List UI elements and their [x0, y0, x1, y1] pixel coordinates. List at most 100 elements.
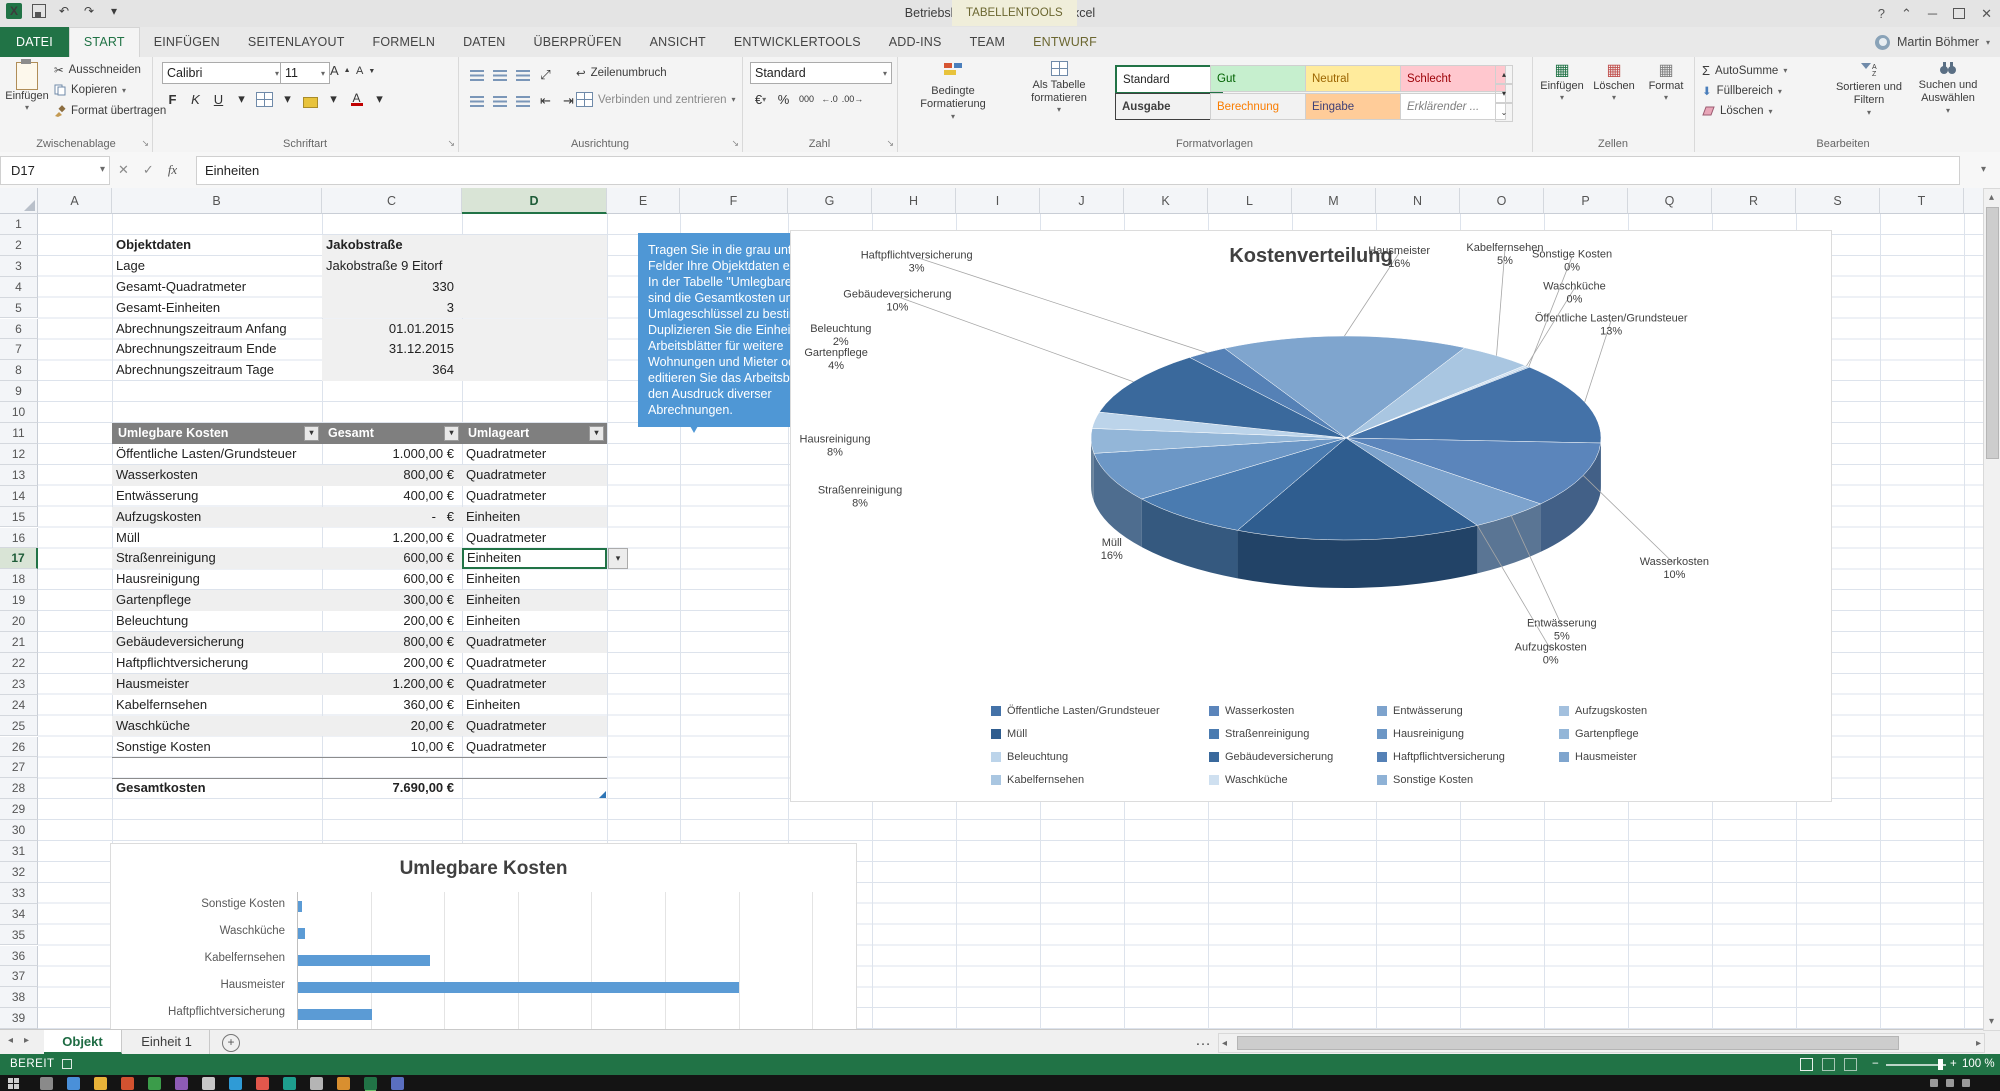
- cell-C15[interactable]: - €: [322, 507, 454, 528]
- cell-C14[interactable]: 400,00 €: [322, 486, 454, 507]
- align-top-button[interactable]: [466, 64, 487, 86]
- ribbon-tab-entwicklertools[interactable]: ENTWICKLERTOOLS: [720, 27, 875, 57]
- column-header-H[interactable]: H: [872, 188, 956, 214]
- row-header-38[interactable]: 38: [0, 987, 38, 1008]
- wrap-text-button[interactable]: ↩Zeilenumbruch: [576, 66, 667, 80]
- select-all-corner[interactable]: [0, 188, 38, 214]
- row-header-28[interactable]: 28: [0, 778, 38, 799]
- cell-B28[interactable]: Gesamtkosten: [116, 778, 320, 799]
- row-header-2[interactable]: 2: [0, 235, 38, 256]
- view-page-layout-icon[interactable]: [1822, 1058, 1835, 1071]
- orientation-button[interactable]: ⤢: [535, 64, 556, 86]
- paste-button[interactable]: Einfügen▾: [4, 60, 50, 134]
- cell-style-neutral[interactable]: Neutral: [1305, 65, 1411, 92]
- row-header-35[interactable]: 35: [0, 925, 38, 946]
- italic-button[interactable]: K: [185, 88, 206, 110]
- scroll-up-icon[interactable]: ▴: [1986, 192, 1997, 203]
- filter-dropdown-icon[interactable]: ▾: [304, 426, 319, 441]
- row-header-30[interactable]: 30: [0, 820, 38, 841]
- cell-D25[interactable]: Quadratmeter: [466, 716, 604, 737]
- cell-C12[interactable]: 1.000,00 €: [322, 444, 454, 465]
- cell-C16[interactable]: 1.200,00 €: [322, 528, 454, 549]
- column-header-E[interactable]: E: [607, 188, 680, 214]
- row-header-18[interactable]: 18: [0, 569, 38, 590]
- align-left-button[interactable]: [466, 90, 487, 112]
- column-header-B[interactable]: B: [112, 188, 322, 214]
- ribbon-tab-ansicht[interactable]: ANSICHT: [636, 27, 720, 57]
- cell-C2[interactable]: Jakobstraße: [326, 235, 596, 256]
- cancel-icon[interactable]: ✕: [118, 162, 129, 178]
- fill-color-options-icon[interactable]: ▾: [323, 88, 344, 110]
- underline-button[interactable]: U: [208, 88, 229, 110]
- row-header-4[interactable]: 4: [0, 277, 38, 298]
- row-header-21[interactable]: 21: [0, 632, 38, 653]
- name-box[interactable]: D17: [0, 156, 110, 185]
- cell-C6[interactable]: 01.01.2015: [322, 319, 454, 340]
- cell-C21[interactable]: 800,00 €: [322, 632, 454, 653]
- sheet-nav-left-icon[interactable]: ◂: [8, 1035, 13, 1046]
- ribbon-tab-team[interactable]: TEAM: [956, 27, 1020, 57]
- cell-B25[interactable]: Waschküche: [116, 716, 320, 737]
- enter-icon[interactable]: ✓: [143, 162, 154, 178]
- view-page-break-icon[interactable]: [1844, 1058, 1857, 1071]
- cell-style-schlecht[interactable]: Schlecht: [1400, 65, 1506, 92]
- align-middle-button[interactable]: [489, 64, 510, 86]
- row-header-1[interactable]: 1: [0, 214, 38, 235]
- horizontal-scrollbar[interactable]: ◂▸: [1218, 1033, 1985, 1053]
- row-header-25[interactable]: 25: [0, 716, 38, 737]
- column-header-I[interactable]: I: [956, 188, 1040, 214]
- cell-C19[interactable]: 300,00 €: [322, 590, 454, 611]
- decrease-indent-button[interactable]: ⇤: [535, 90, 556, 112]
- column-header-D[interactable]: D: [462, 188, 607, 214]
- conditional-formatting-button[interactable]: Bedingte Formatierung▾: [903, 61, 1003, 135]
- borders-options-icon[interactable]: ▾: [277, 88, 298, 110]
- ribbon-display-icon[interactable]: ⌃: [1901, 6, 1912, 22]
- insert-function-icon[interactable]: fx: [168, 162, 177, 178]
- taskbar-app-icon[interactable]: [202, 1077, 215, 1090]
- table-resize-handle[interactable]: [599, 791, 606, 798]
- taskbar-app-icon[interactable]: [391, 1077, 404, 1090]
- cell-B15[interactable]: Aufzugskosten: [116, 507, 320, 528]
- taskbar-app-icon[interactable]: [256, 1077, 269, 1090]
- ribbon-tab-überprüfen[interactable]: ÜBERPRÜFEN: [520, 27, 636, 57]
- cell-B8[interactable]: Abrechnungszeitraum Tage: [116, 360, 356, 381]
- cell-C20[interactable]: 200,00 €: [322, 611, 454, 632]
- currency-format-button[interactable]: €▾: [750, 88, 771, 110]
- sheet-nav-right-icon[interactable]: ▸: [24, 1035, 29, 1046]
- dialog-launcher-icon[interactable]: ↘: [886, 138, 894, 149]
- column-header-R[interactable]: R: [1712, 188, 1796, 214]
- taskbar-app-icon[interactable]: [283, 1077, 296, 1090]
- row-header-23[interactable]: 23: [0, 674, 38, 695]
- cell-B16[interactable]: Müll: [116, 528, 320, 549]
- cell-B3[interactable]: Lage: [116, 256, 356, 277]
- increase-decimal-button[interactable]: ←.0: [819, 88, 840, 110]
- row-header-5[interactable]: 5: [0, 298, 38, 319]
- number-format-select[interactable]: Standard▾: [750, 62, 892, 84]
- row-header-10[interactable]: 10: [0, 402, 38, 423]
- ribbon-tab-einfügen[interactable]: EINFÜGEN: [140, 27, 234, 57]
- cell-C25[interactable]: 20,00 €: [322, 716, 454, 737]
- cell-B5[interactable]: Gesamt-Einheiten: [116, 298, 356, 319]
- cell-C18[interactable]: 600,00 €: [322, 569, 454, 590]
- cell-D13[interactable]: Quadratmeter: [466, 465, 604, 486]
- pie-chart[interactable]: KostenverteilungÖffentliche Lasten/Grund…: [790, 230, 1832, 802]
- column-header-F[interactable]: F: [680, 188, 788, 214]
- scroll-down-icon[interactable]: ▾: [1986, 1016, 1997, 1027]
- format-cells-button[interactable]: ▦ Format▾: [1642, 61, 1690, 135]
- borders-button[interactable]: [254, 88, 275, 110]
- zoom-thumb[interactable]: [1938, 1059, 1943, 1070]
- scroll-left-icon[interactable]: ◂: [1222, 1038, 1227, 1049]
- cell-C13[interactable]: 800,00 €: [322, 465, 454, 486]
- cell-D22[interactable]: Quadratmeter: [466, 653, 604, 674]
- cell-style-gut[interactable]: Gut: [1210, 65, 1316, 92]
- column-header-A[interactable]: A: [38, 188, 112, 214]
- ribbon-tab-daten[interactable]: DATEN: [449, 27, 519, 57]
- row-header-22[interactable]: 22: [0, 653, 38, 674]
- cell-B14[interactable]: Entwässerung: [116, 486, 320, 507]
- font-size-select[interactable]: 11▾: [280, 62, 330, 84]
- insert-cells-button[interactable]: ▦ Einfügen▾: [1538, 61, 1586, 135]
- cell-style-eingabe[interactable]: Eingabe: [1305, 93, 1411, 120]
- cell-C26[interactable]: 10,00 €: [322, 737, 454, 758]
- formula-input[interactable]: Einheiten: [196, 156, 1960, 185]
- cell-D26[interactable]: Quadratmeter: [466, 737, 604, 758]
